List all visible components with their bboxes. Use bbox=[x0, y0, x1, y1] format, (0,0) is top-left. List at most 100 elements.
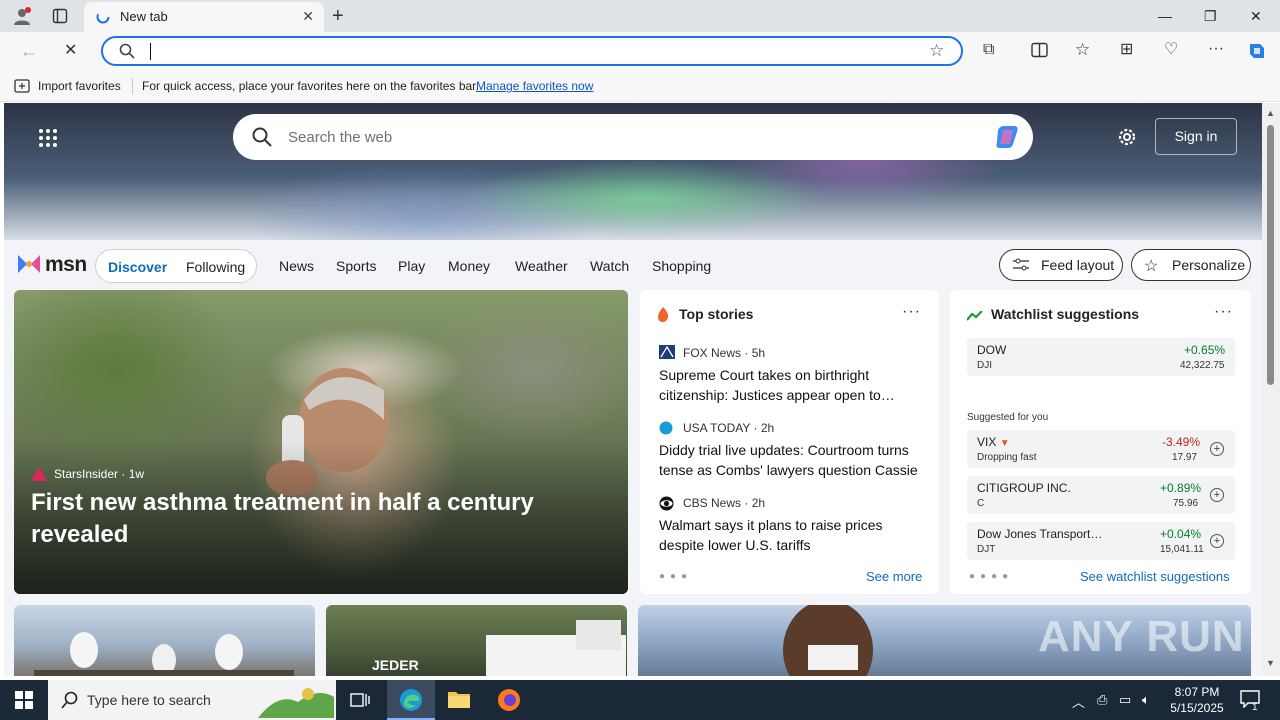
see-watchlist-link[interactable]: See watchlist suggestions bbox=[1080, 569, 1230, 584]
watchlist-title: Watchlist suggestions bbox=[991, 306, 1140, 322]
web-search-placeholder: Search the web bbox=[288, 129, 393, 146]
close-tab-icon[interactable]: ✕ bbox=[302, 8, 314, 25]
divider bbox=[132, 78, 133, 94]
story-card[interactable] bbox=[14, 605, 315, 676]
copilot-icon[interactable] bbox=[992, 122, 1022, 155]
ticker-value: 17.97 bbox=[1172, 452, 1198, 463]
import-favorites-button[interactable]: Import favorites bbox=[38, 79, 121, 93]
taskbar: Type here to search ︿ ⎙ ▭ 🔈︎ 8:07 PM 5/1… bbox=[0, 680, 1280, 720]
nav-sports[interactable]: Sports bbox=[336, 258, 376, 274]
web-search-box[interactable]: Search the web bbox=[233, 114, 1033, 160]
scroll-up-icon[interactable]: ▲ bbox=[1266, 108, 1275, 118]
ticker-status: Dropping fast bbox=[977, 452, 1037, 463]
top-stories-title: Top stories bbox=[679, 306, 754, 322]
nav-watch[interactable]: Watch bbox=[590, 258, 629, 274]
cbs-news-logo-icon bbox=[659, 496, 674, 514]
story-headline[interactable]: Walmart says it plans to raise prices de… bbox=[659, 515, 921, 555]
carousel-pager[interactable]: ●●● bbox=[659, 571, 692, 582]
ticker-row[interactable]: VIX ▼ Dropping fast -3.49% 17.97 + bbox=[967, 430, 1235, 468]
profile-icon[interactable] bbox=[12, 6, 32, 28]
sparkle-star-icon: ☆ bbox=[1144, 258, 1159, 275]
tab-new-tab[interactable]: New tab ✕ bbox=[84, 2, 324, 32]
settings-gear-icon[interactable] bbox=[1116, 126, 1138, 151]
taskbar-edge[interactable] bbox=[387, 680, 435, 720]
apps-grid-icon[interactable] bbox=[38, 128, 58, 151]
task-view-icon[interactable] bbox=[350, 691, 370, 712]
hero-story-card[interactable]: StarsInsider · 1w First new asthma treat… bbox=[14, 290, 628, 594]
ticker-value: 75.96 bbox=[1173, 498, 1199, 509]
new-tab-icon[interactable]: + bbox=[332, 6, 344, 26]
taskbar-firefox[interactable] bbox=[485, 680, 533, 720]
flame-icon bbox=[657, 307, 669, 325]
carousel-pager[interactable]: ●●●● bbox=[969, 571, 1013, 582]
stop-loading-icon[interactable]: ✕ bbox=[64, 43, 77, 59]
restore-icon[interactable]: ❐ bbox=[1204, 8, 1217, 25]
scrollbar-thumb[interactable] bbox=[1267, 125, 1274, 385]
favorite-star-icon[interactable]: ☆ bbox=[929, 41, 944, 61]
msn-page: Search the web Sign in msn Discover Foll… bbox=[4, 103, 1262, 676]
ticker-name: CITIGROUP INC. bbox=[977, 481, 1071, 495]
ticker-change: +0.04% bbox=[1160, 527, 1202, 541]
nav-news[interactable]: News bbox=[279, 258, 314, 274]
suggested-label: Suggested for you bbox=[967, 412, 1049, 423]
personalize-button[interactable]: ☆ Personalize bbox=[1131, 249, 1251, 281]
tab-actions-icon[interactable] bbox=[52, 8, 68, 26]
ticker-name: VIX ▼ bbox=[977, 435, 1010, 449]
minimize-icon[interactable]: — bbox=[1158, 8, 1172, 24]
story-source: CBS News · 2h bbox=[683, 496, 766, 510]
vertical-scrollbar[interactable]: ▲ ▼ bbox=[1262, 103, 1280, 676]
nav-money[interactable]: Money bbox=[448, 258, 490, 274]
search-highlight-image bbox=[258, 688, 334, 718]
back-icon[interactable]: ← bbox=[20, 42, 38, 60]
sliders-icon bbox=[1013, 258, 1029, 275]
sign-in-button[interactable]: Sign in bbox=[1155, 118, 1237, 155]
show-hidden-icons-icon[interactable]: ︿ bbox=[1072, 692, 1085, 711]
ticker-row[interactable]: DOW DJI +0.65% 42,322.75 bbox=[967, 338, 1235, 376]
scroll-down-icon[interactable]: ▼ bbox=[1266, 658, 1275, 668]
browser-essentials-icon[interactable]: ♡ bbox=[1164, 42, 1178, 58]
windows-start-icon[interactable] bbox=[15, 691, 33, 712]
add-to-watchlist-icon[interactable]: + bbox=[1210, 534, 1224, 548]
manage-favorites-link[interactable]: Manage favorites now bbox=[476, 79, 593, 93]
tab-title: New tab bbox=[120, 9, 168, 24]
close-window-icon[interactable]: ✕ bbox=[1250, 8, 1262, 25]
add-to-watchlist-icon[interactable]: + bbox=[1210, 442, 1224, 456]
system-clock[interactable]: 8:07 PM 5/15/2025 bbox=[1162, 684, 1232, 716]
more-options-icon[interactable]: ··· bbox=[1214, 303, 1233, 321]
nav-weather[interactable]: Weather bbox=[515, 258, 568, 274]
top-stories-card: Top stories ··· FOX News · 5h Supreme Co… bbox=[640, 290, 939, 594]
tab-discover[interactable]: Discover bbox=[108, 259, 167, 275]
volume-icon[interactable]: 🔈︎ bbox=[1142, 692, 1150, 708]
personalize-label: Personalize bbox=[1172, 257, 1246, 273]
more-options-icon[interactable]: ··· bbox=[902, 303, 921, 321]
nav-shopping[interactable]: Shopping bbox=[652, 258, 711, 274]
device-icon[interactable]: ⎙ bbox=[1097, 692, 1107, 708]
story-card[interactable]: JEDER bbox=[326, 605, 627, 676]
add-to-watchlist-icon[interactable]: + bbox=[1210, 488, 1224, 502]
ticker-symbol: DJI bbox=[977, 360, 992, 371]
hero-headline[interactable]: First new asthma treatment in half a cen… bbox=[31, 487, 591, 551]
extensions-icon[interactable]: ⧉ bbox=[983, 42, 994, 58]
network-icon[interactable]: ▭ bbox=[1119, 692, 1131, 708]
collections-icon[interactable]: ⊞ bbox=[1120, 42, 1133, 58]
story-headline[interactable]: Supreme Court takes on birthright citize… bbox=[659, 365, 921, 405]
more-menu-icon[interactable]: ··· bbox=[1208, 41, 1224, 57]
ticker-row[interactable]: CITIGROUP INC. C +0.89% 75.96 + bbox=[967, 476, 1235, 514]
feed-layout-button[interactable]: Feed layout bbox=[999, 249, 1123, 281]
nav-play[interactable]: Play bbox=[398, 258, 425, 274]
copilot-icon[interactable] bbox=[1246, 40, 1268, 64]
favorites-icon[interactable]: ☆ bbox=[1075, 41, 1090, 58]
tab-following[interactable]: Following bbox=[186, 259, 245, 275]
story-headline[interactable]: Diddy trial live updates: Courtroom turn… bbox=[659, 440, 921, 480]
ticker-row[interactable]: Dow Jones Transport… DJT +0.04% 15,041.1… bbox=[967, 522, 1235, 560]
story-source: USA TODAY · 2h bbox=[683, 421, 775, 435]
taskbar-search-box[interactable]: Type here to search bbox=[48, 680, 336, 720]
address-bar[interactable]: ☆ bbox=[101, 36, 963, 66]
taskbar-file-explorer[interactable] bbox=[435, 680, 483, 720]
taskbar-search-placeholder: Type here to search bbox=[87, 692, 211, 708]
watchlist-card: Watchlist suggestions ··· DOW DJI +0.65%… bbox=[950, 290, 1251, 594]
see-more-link[interactable]: See more bbox=[866, 569, 922, 584]
loading-icon bbox=[96, 10, 110, 27]
fox-news-logo-icon bbox=[659, 345, 675, 362]
split-screen-icon[interactable] bbox=[1031, 42, 1048, 60]
